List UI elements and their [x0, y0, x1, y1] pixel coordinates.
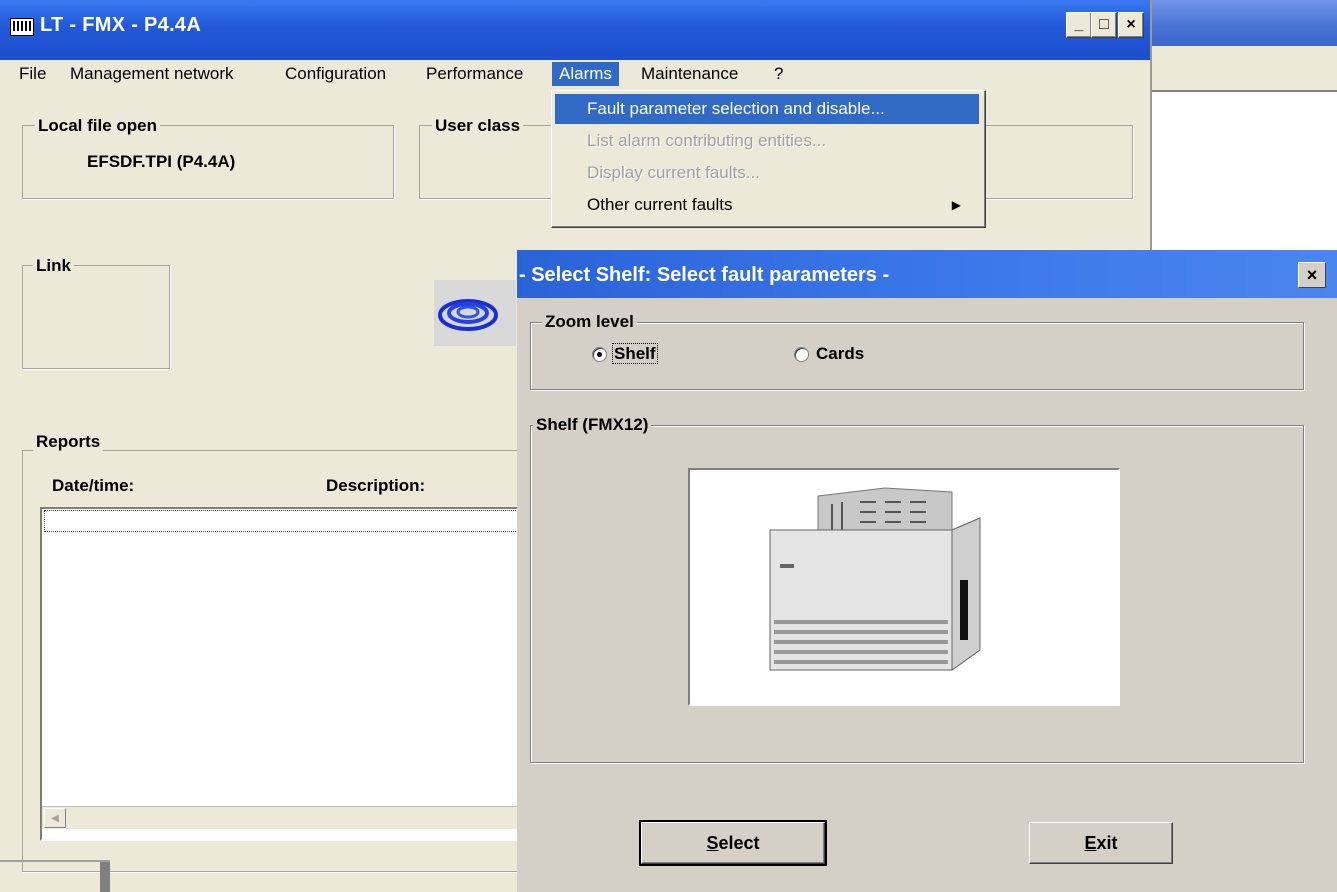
minimize-button[interactable]: _ — [1066, 12, 1092, 38]
exit-button-label: xit — [1096, 832, 1118, 853]
shelf-radio-text: Shelf — [612, 343, 658, 364]
cards-radio[interactable] — [794, 347, 809, 362]
column-date-time[interactable]: Date/time: — [52, 476, 134, 496]
local-file-label: Local file open — [35, 116, 161, 136]
menu-configuration[interactable]: Configuration — [278, 62, 393, 86]
background-window-menubar — [1150, 46, 1337, 92]
menu-item-display-current-faults[interactable]: Display current faults... — [555, 158, 979, 188]
select-button-label: elect — [718, 832, 760, 853]
status-bar-separator — [100, 862, 110, 892]
menu-item-list-alarm-contributing[interactable]: List alarm contributing entities... — [555, 126, 979, 156]
menu-help[interactable]: ? — [767, 62, 790, 86]
background-window-titlebar — [1150, 0, 1337, 46]
exit-button[interactable]: Exit — [1029, 822, 1173, 864]
other-current-faults-label: Other current faults — [587, 195, 733, 214]
link-label: Link — [33, 256, 74, 276]
column-description[interactable]: Description: — [326, 476, 425, 496]
horizontal-scrollbar[interactable] — [42, 806, 518, 829]
local-file-value: EFSDF.TPI (P4.4A) — [87, 152, 236, 171]
reports-list-selected-row[interactable] — [44, 510, 518, 532]
select-button-accel: S — [706, 832, 719, 853]
app-icon — [10, 18, 34, 36]
alarms-dropdown-menu: Fault parameter selection and disable...… — [551, 90, 986, 228]
link-group — [22, 265, 170, 369]
submenu-arrow-icon: ▶ — [951, 198, 961, 212]
user-class-label: User class — [432, 116, 524, 136]
menu-file[interactable]: File — [12, 62, 53, 86]
exit-button-accel: E — [1084, 832, 1097, 853]
menu-item-fault-parameter-selection[interactable]: Fault parameter selection and disable... — [555, 94, 979, 124]
menu-maintenance[interactable]: Maintenance — [634, 62, 745, 86]
menu-management-network[interactable]: Management network — [63, 62, 240, 86]
main-window-title: LT - FMX - P4.4A — [40, 14, 202, 36]
shelf-group-label: Shelf (FMX12) — [533, 415, 652, 435]
status-bar-border — [0, 860, 110, 862]
close-button[interactable]: × — [1118, 12, 1144, 38]
shelf-radio[interactable] — [592, 347, 607, 362]
menu-performance[interactable]: Performance — [419, 62, 530, 86]
zoom-level-label: Zoom level — [542, 312, 637, 332]
scroll-left-arrow-icon[interactable]: ◀ — [44, 808, 66, 828]
dialog-title: - Select Shelf: Select fault parameters … — [519, 264, 890, 286]
maximize-button[interactable]: □ — [1091, 12, 1117, 38]
shelf-radio-label[interactable]: Shelf — [612, 343, 658, 364]
reports-label: Reports — [33, 432, 104, 452]
cards-radio-label[interactable]: Cards — [816, 344, 864, 364]
dialog-close-button[interactable]: × — [1298, 262, 1326, 288]
connection-icon — [434, 280, 516, 346]
menu-alarms[interactable]: Alarms — [552, 62, 619, 86]
reports-list[interactable] — [40, 507, 522, 841]
shelf-image — [688, 468, 1120, 706]
select-button[interactable]: Select — [639, 820, 827, 866]
menu-item-other-current-faults[interactable]: Other current faults ▶ — [555, 190, 979, 220]
